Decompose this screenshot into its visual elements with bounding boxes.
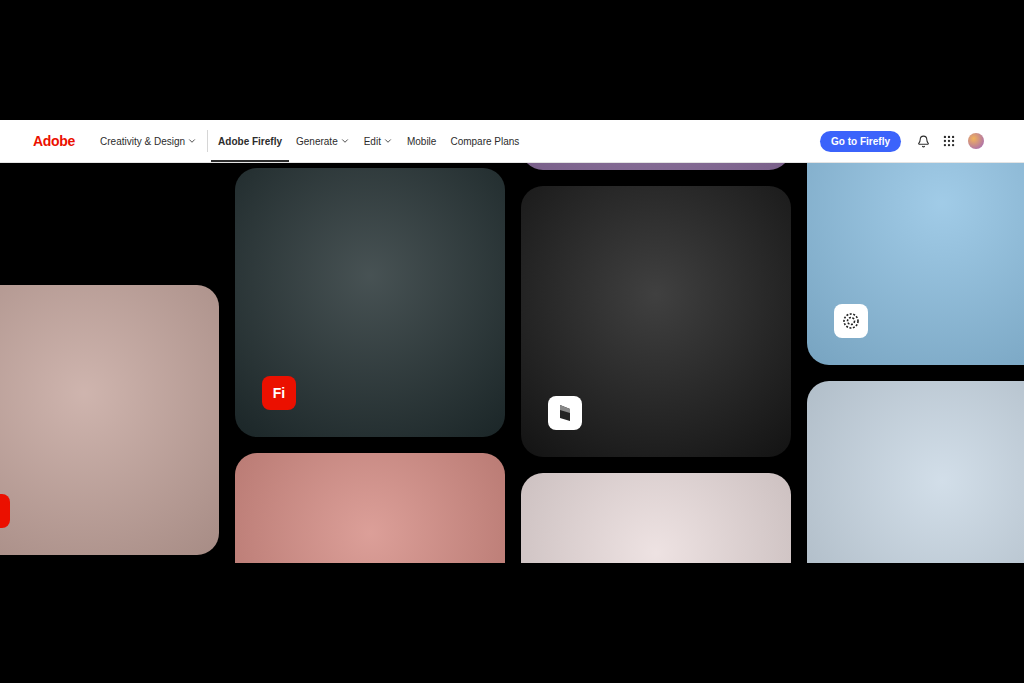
gallery-column xyxy=(0,285,219,563)
nav-bar: Adobe Creativity & DesignAdobe FireflyGen… xyxy=(0,120,1024,163)
gallery-card[interactable] xyxy=(807,381,1024,563)
gallery-card[interactable] xyxy=(521,186,791,457)
cube-icon xyxy=(557,404,573,422)
page: Adobe Creativity & DesignAdobe FireflyGen… xyxy=(0,0,1024,683)
nav-item[interactable]: Compare Plans xyxy=(443,120,526,162)
go-to-firefly-button[interactable]: Go to Firefly xyxy=(820,131,901,152)
nav-divider xyxy=(207,130,208,152)
avatar[interactable] xyxy=(968,133,984,149)
gallery: Fi xyxy=(0,163,1024,563)
nav-menu[interactable]: Creativity & Design xyxy=(93,120,204,162)
app-icon xyxy=(548,396,582,430)
gallery-column xyxy=(521,163,791,563)
top-band xyxy=(0,0,1024,120)
app-icon xyxy=(834,304,868,338)
nav-item[interactable]: Generate xyxy=(289,120,357,162)
nav-actions: Go to Firefly xyxy=(820,120,984,162)
gallery-card[interactable]: Fi xyxy=(235,168,505,437)
apps-grid-icon[interactable] xyxy=(942,134,956,148)
bell-icon[interactable] xyxy=(917,135,930,148)
gallery-card[interactable] xyxy=(521,163,791,170)
chevron-down-icon xyxy=(383,136,393,146)
gallery-card[interactable] xyxy=(0,285,219,555)
adobe-logo[interactable]: Adobe xyxy=(33,120,75,162)
nav-item[interactable]: Mobile xyxy=(400,120,443,162)
app-icon xyxy=(0,494,10,528)
nav-item[interactable]: Edit xyxy=(357,120,400,162)
gallery-column: Fi xyxy=(235,168,505,563)
app-badge: Fi xyxy=(262,376,296,410)
gallery-card[interactable] xyxy=(235,453,505,563)
gallery-card[interactable] xyxy=(521,473,791,563)
chevron-down-icon xyxy=(187,136,197,146)
nav-item[interactable]: Adobe Firefly xyxy=(211,120,289,162)
swirl-icon xyxy=(842,312,860,330)
chevron-down-icon xyxy=(340,136,350,146)
gallery-column xyxy=(807,163,1024,563)
gallery-card[interactable] xyxy=(807,163,1024,365)
